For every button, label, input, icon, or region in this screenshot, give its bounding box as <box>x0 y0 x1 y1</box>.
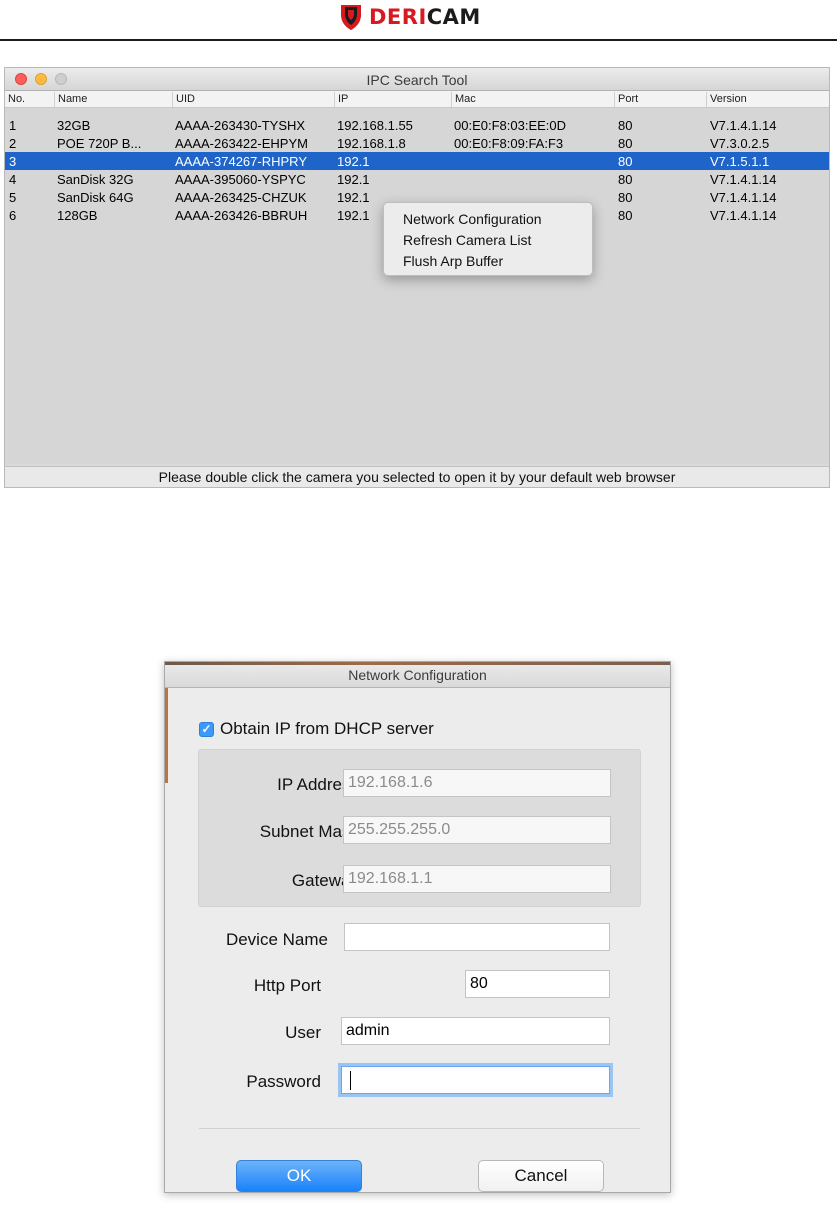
cell-port: 80 <box>618 154 633 169</box>
gateway-field[interactable]: 192.168.1.1 <box>343 865 611 893</box>
column-header-mac[interactable]: Mac <box>451 92 614 107</box>
column-header-uid[interactable]: UID <box>172 92 334 107</box>
cell-ip: 192.168.1.8 <box>337 136 406 151</box>
cell-uid: AAAA-395060-YSPYC <box>175 172 306 187</box>
column-header-ip[interactable]: IP <box>334 92 451 107</box>
cell-version: V7.1.4.1.14 <box>710 208 777 223</box>
column-header-port[interactable]: Port <box>614 92 706 107</box>
table-header: No. Name UID IP Mac Port Version <box>5 91 829 108</box>
context-menu: Network Configuration Refresh Camera Lis… <box>383 202 593 276</box>
dhcp-checkbox[interactable]: ✓ <box>199 721 214 737</box>
cell-name: 32GB <box>57 118 91 133</box>
table-row[interactable]: 4 SanDisk 32G AAAA-395060-YSPYC 192.1 80… <box>5 170 829 188</box>
cell-ip: 192.1 <box>337 190 370 205</box>
ip-address-field[interactable]: 192.168.1.6 <box>343 769 611 797</box>
dialog-titlebar[interactable]: Network Configuration <box>165 662 670 688</box>
background-window-strip <box>165 688 168 783</box>
page-header: DERI CAM <box>0 0 837 41</box>
cell-ip: 192.1 <box>337 172 370 187</box>
table-row[interactable]: 2 POE 720P B... AAAA-263422-EHPYM 192.16… <box>5 134 829 152</box>
header-divider <box>0 39 837 41</box>
text-cursor <box>350 1071 351 1090</box>
brand-name-prefix: DERI <box>369 5 427 29</box>
cell-uid: AAAA-374267-RHPRY <box>175 154 307 169</box>
cell-name: SanDisk 64G <box>57 190 134 205</box>
table-row-selected[interactable]: 3 AAAA-374267-RHPRY 192.1 80 V7.1.5.1.1 <box>5 152 829 170</box>
window-titlebar[interactable]: IPC Search Tool <box>5 68 829 91</box>
camera-table: 1 32GB AAAA-263430-TYSHX 192.168.1.55 00… <box>5 108 829 464</box>
menu-item-flush-arp-buffer[interactable]: Flush Arp Buffer <box>403 252 503 270</box>
cell-name: SanDisk 32G <box>57 172 134 187</box>
cell-no: 4 <box>9 172 17 187</box>
cell-ip: 192.1 <box>337 154 370 169</box>
subnet-mask-field[interactable]: 255.255.255.0 <box>343 816 611 844</box>
cell-version: V7.1.4.1.14 <box>710 172 777 187</box>
password-label: Password <box>246 1072 321 1091</box>
menu-item-network-configuration[interactable]: Network Configuration <box>403 210 542 228</box>
background-window-edge <box>165 662 670 665</box>
cell-ip: 192.168.1.55 <box>337 118 413 133</box>
http-port-label: Http Port <box>253 976 321 995</box>
shield-icon <box>341 5 361 30</box>
cell-name: 128GB <box>57 208 98 223</box>
cell-ip: 192.1 <box>337 208 370 223</box>
ok-button[interactable]: OK <box>236 1160 362 1192</box>
column-header-version[interactable]: Version <box>706 92 829 107</box>
cell-port: 80 <box>618 208 633 223</box>
checkmark-icon: ✓ <box>201 721 212 736</box>
cell-no: 1 <box>9 118 17 133</box>
password-field[interactable] <box>341 1066 610 1094</box>
cell-uid: AAAA-263425-CHZUK <box>175 190 307 205</box>
http-port-field[interactable]: 80 <box>465 970 610 998</box>
cell-uid: AAAA-263422-EHPYM <box>175 136 308 151</box>
brand-logo: DERI CAM <box>339 2 481 32</box>
cell-mac: 00:E0:F8:09:FA:F3 <box>454 136 564 151</box>
cell-port: 80 <box>618 136 633 151</box>
cell-version: V7.3.0.2.5 <box>710 136 770 151</box>
cell-version: V7.1.5.1.1 <box>710 154 770 169</box>
user-field[interactable]: admin <box>341 1017 610 1045</box>
cell-no: 2 <box>9 136 17 151</box>
brand-name-suffix: CAM <box>426 5 481 29</box>
cell-name: POE 720P B... <box>57 136 142 151</box>
dhcp-label: Obtain IP from DHCP server <box>220 719 434 738</box>
menu-item-refresh-camera-list[interactable]: Refresh Camera List <box>403 231 531 249</box>
cell-port: 80 <box>618 172 633 187</box>
window-title: IPC Search Tool <box>366 72 468 88</box>
device-name-field[interactable] <box>344 923 610 951</box>
cell-no: 5 <box>9 190 17 205</box>
column-header-no[interactable]: No. <box>5 92 54 107</box>
cell-no: 3 <box>9 154 17 169</box>
cell-mac: 00:E0:F8:03:EE:0D <box>454 118 567 133</box>
cell-version: V7.1.4.1.14 <box>710 118 777 133</box>
status-bar: Please double click the camera you selec… <box>5 466 829 487</box>
network-configuration-dialog: Network Configuration ✓ Obtain IP from D… <box>164 661 671 1193</box>
user-label: User <box>285 1023 321 1042</box>
cell-version: V7.1.4.1.14 <box>710 190 777 205</box>
cancel-button[interactable]: Cancel <box>478 1160 604 1192</box>
cell-port: 80 <box>618 190 633 205</box>
device-name-label: Device Name <box>225 930 328 949</box>
cell-uid: AAAA-263426-BBRUH <box>175 208 308 223</box>
dhcp-option[interactable]: ✓ Obtain IP from DHCP server <box>199 719 434 739</box>
column-header-name[interactable]: Name <box>54 92 172 107</box>
cell-port: 80 <box>618 118 633 133</box>
ipc-search-window: IPC Search Tool No. Name UID IP Mac Port… <box>4 67 830 488</box>
ip-settings-group: IP Address 192.168.1.6 Subnet Mask 255.2… <box>198 749 641 907</box>
cell-no: 6 <box>9 208 17 223</box>
table-row[interactable]: 1 32GB AAAA-263430-TYSHX 192.168.1.55 00… <box>5 116 829 134</box>
dialog-title: Network Configuration <box>348 667 487 683</box>
dialog-separator <box>199 1128 640 1129</box>
cell-uid: AAAA-263430-TYSHX <box>175 118 306 133</box>
